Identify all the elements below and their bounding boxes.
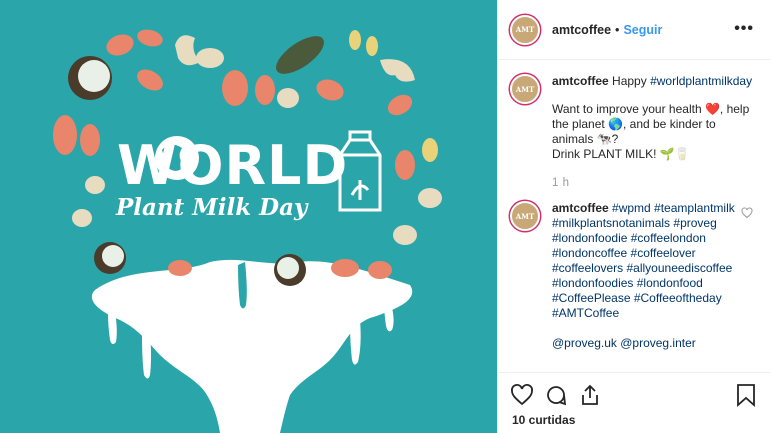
follow-button[interactable]: Seguir xyxy=(623,23,662,37)
more-options-icon[interactable]: ••• xyxy=(734,20,754,38)
comment-icon[interactable] xyxy=(544,383,568,407)
avatar[interactable]: AMT xyxy=(510,201,540,231)
mentions[interactable]: @proveg.uk @proveg.inter xyxy=(552,336,735,351)
username-link[interactable]: amtcoffee xyxy=(552,23,611,37)
share-icon[interactable] xyxy=(578,383,602,407)
separator: • xyxy=(615,22,620,37)
avatar[interactable]: AMT xyxy=(510,14,540,45)
plant-milk-day-subtitle: Plant Milk Day xyxy=(116,194,308,221)
avatar[interactable]: AMT xyxy=(510,74,540,104)
like-comment-heart-icon[interactable] xyxy=(741,207,753,219)
post-image[interactable]: WORLD Plant Milk Day xyxy=(0,0,497,433)
comment-text: Want to improve your health ❤️, help the… xyxy=(552,102,750,146)
likes-count[interactable]: 10 curtidas xyxy=(512,413,575,427)
heart-icon[interactable] xyxy=(510,383,534,407)
timestamp[interactable]: 1 h xyxy=(552,176,757,191)
hashtag-link[interactable]: #worldplantmilkday xyxy=(650,74,752,88)
post-sidebar: AMT amtcoffee • Seguir ••• AMT amtcoffee… xyxy=(497,0,770,433)
comments-list[interactable]: AMT amtcoffee Happy #worldplantmilkday W… xyxy=(498,62,770,372)
actions-bar: 10 curtidas xyxy=(498,372,770,433)
post-header: AMT amtcoffee • Seguir ••• xyxy=(498,0,770,60)
bookmark-icon[interactable] xyxy=(735,383,757,407)
comment-text: Happy xyxy=(612,74,651,88)
comment-username[interactable]: amtcoffee xyxy=(552,201,609,215)
hashtag-list[interactable]: #wpmd #teamplantmilk #milkplantsnotanima… xyxy=(552,201,735,320)
milk-splash xyxy=(91,259,413,433)
caption-comment: AMT amtcoffee Happy #worldplantmilkday W… xyxy=(510,74,757,191)
comment-username[interactable]: amtcoffee xyxy=(552,74,609,88)
comment: AMT amtcoffee #wpmd #teamplantmilk #milk… xyxy=(510,201,757,351)
comment-text: Drink PLANT MILK! 🌱🥛 xyxy=(552,147,690,161)
world-title: WORLD xyxy=(117,134,349,197)
